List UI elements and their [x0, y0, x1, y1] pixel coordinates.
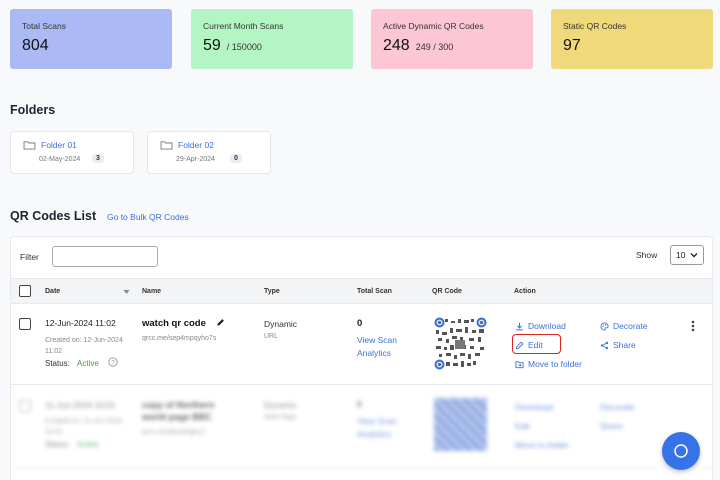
stat-value: 248 — [383, 37, 410, 54]
col-type: Type — [264, 288, 280, 295]
chat-icon — [674, 444, 688, 458]
table-row: 12-Jun-2024 11:02 Created on: 12-Jun-202… — [11, 304, 712, 385]
edit-action[interactable]: Edit — [515, 421, 530, 431]
row-qr-name[interactable]: watch qr code — [142, 318, 206, 329]
page-size-select[interactable]: 10 — [670, 245, 704, 265]
help-icon[interactable]: ? — [108, 357, 118, 367]
row-checkbox[interactable] — [19, 400, 31, 412]
download-icon — [516, 322, 523, 330]
sort-down-icon[interactable] — [123, 289, 130, 295]
stat-card-active-dynamic: Active Dynamic QR Codes 248 249 / 300 — [371, 9, 533, 69]
stat-card-static: Static QR Codes 97 — [551, 9, 713, 69]
folder-name[interactable]: Folder 01 — [41, 140, 77, 150]
row-status: Active — [77, 359, 99, 368]
view-scan-analytics-link[interactable]: View Scan Analytics — [357, 334, 417, 360]
folder-count-badge: 3 — [92, 154, 104, 163]
filter-input[interactable] — [52, 246, 158, 267]
download-action[interactable]: Download — [515, 402, 553, 412]
view-scan-analytics-link[interactable]: View Scan Analytics — [357, 415, 417, 441]
share-label: Share — [613, 340, 636, 350]
stat-card-month-scans: Current Month Scans 59 / 150000 — [191, 9, 353, 69]
share-label: Share — [600, 421, 623, 431]
stat-label: Current Month Scans — [203, 21, 284, 31]
pencil-icon[interactable] — [216, 318, 225, 327]
decorate-label: Decorate — [600, 402, 635, 412]
folder-date: 29-Apr-2024 — [176, 156, 215, 163]
stat-card-total-scans: Total Scans 804 — [10, 9, 172, 69]
stat-label: Total Scans — [22, 21, 66, 31]
share-icon — [600, 341, 609, 349]
svg-text:?: ? — [111, 359, 115, 366]
download-label: Download — [528, 321, 566, 331]
edit-label: Edit — [515, 421, 530, 431]
row-created-on: Created on: 12-Jun-2024 11:02 — [45, 337, 123, 355]
select-all-checkbox[interactable] — [19, 285, 31, 297]
move-label: Move to folder — [528, 359, 582, 369]
table-header: Date Name Type Total Scan QR Code Action — [11, 278, 712, 304]
stat-sub: / 150000 — [226, 42, 262, 52]
move-label: Move to folder — [515, 440, 569, 450]
row-short-url[interactable]: qrcc.me/abcdefgh12 — [142, 429, 205, 436]
qr-code-image[interactable] — [434, 398, 487, 451]
download-label: Download — [515, 402, 553, 412]
share-action[interactable]: Share — [600, 340, 636, 350]
row-qr-name[interactable]: copy of Northern world page BBC — [142, 399, 232, 423]
folder-count-badge: 0 — [230, 154, 242, 163]
decorate-label: Decorate — [613, 321, 648, 331]
bulk-qr-link[interactable]: Go to Bulk QR Codes — [107, 212, 189, 222]
stat-value: 59 — [203, 37, 221, 54]
col-date[interactable]: Date — [45, 288, 60, 295]
folder-card[interactable]: Folder 01 02-May-2024 3 — [10, 131, 134, 174]
move-to-folder-action[interactable]: Move to folder — [515, 359, 582, 369]
col-action: Action — [514, 288, 536, 295]
page-size-value: 10 — [676, 250, 686, 260]
show-label: Show — [636, 250, 658, 260]
folder-icon — [160, 141, 173, 150]
table-row: 11-Jun-2024 10:01 Created on: 11-Jun-202… — [11, 386, 712, 468]
folder-card[interactable]: Folder 02 29-Apr-2024 0 — [147, 131, 271, 174]
move-to-folder-action[interactable]: Move to folder — [515, 440, 569, 450]
download-action[interactable]: Download — [515, 321, 566, 331]
row-date: 12-Jun-2024 11:02 — [45, 318, 116, 328]
row-type: Dynamic — [264, 400, 298, 410]
row-status-label: Status: — [45, 359, 70, 368]
row-short-url[interactable]: qrcc.me/sep4mpqyho7s — [142, 335, 216, 342]
more-options-icon[interactable] — [691, 320, 695, 332]
col-qr-code: QR Code — [432, 288, 462, 295]
row-created-on: Created on: 11-Jun-2024 10:01 — [45, 418, 123, 436]
decorate-action[interactable]: Decorate — [600, 402, 635, 412]
filter-label: Filter — [20, 252, 39, 262]
share-action[interactable]: Share — [600, 421, 623, 431]
row-type: Dynamic — [264, 319, 298, 329]
row-date: 11-Jun-2024 10:01 — [45, 400, 116, 410]
col-name: Name — [142, 288, 162, 295]
folder-icon — [23, 141, 36, 150]
qr-code-image[interactable] — [434, 317, 487, 370]
stat-label: Static QR Codes — [563, 21, 627, 31]
row-subtype: URL — [264, 333, 279, 340]
stat-label: Active Dynamic QR Codes — [383, 21, 484, 31]
decorate-action[interactable]: Decorate — [600, 321, 648, 331]
row-status: Active — [77, 440, 99, 449]
folder-date: 02-May-2024 — [39, 156, 81, 163]
folder-name[interactable]: Folder 02 — [178, 140, 214, 150]
palette-icon — [600, 321, 609, 331]
row-subtype: Web Page — [264, 414, 297, 421]
chevron-down-icon — [690, 253, 698, 258]
folder-move-icon — [515, 360, 524, 368]
folders-heading: Folders — [10, 103, 56, 117]
edit-highlight-box — [512, 334, 561, 354]
qr-list-heading: QR Codes List — [10, 209, 97, 223]
col-total-scan: Total Scan — [357, 288, 392, 295]
stat-value: 97 — [563, 37, 581, 54]
row-scan-count: 0 — [357, 318, 363, 329]
chat-button[interactable] — [662, 432, 700, 470]
stat-sub: 249 / 300 — [415, 42, 454, 52]
stat-value: 804 — [22, 37, 49, 54]
qr-list-panel: Filter Show 10 Date Name Type Total Scan… — [10, 236, 713, 480]
row-status-label: Status: — [45, 440, 70, 449]
row-scan-count: 0 — [357, 399, 362, 409]
row-checkbox[interactable] — [19, 318, 31, 330]
